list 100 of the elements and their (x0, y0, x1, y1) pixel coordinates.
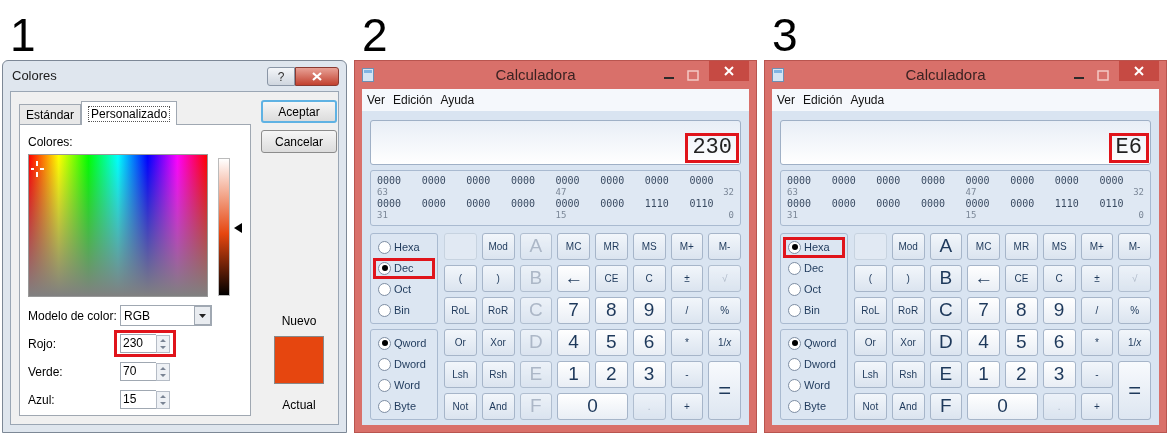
dialog-button[interactable]: Aceptar (261, 100, 337, 123)
key-button[interactable]: ) (481, 265, 515, 292)
radio-button[interactable] (378, 378, 391, 392)
number-field[interactable]: 15 (114, 386, 176, 413)
key-button[interactable]: ← (967, 265, 1000, 292)
close-button[interactable] (1119, 61, 1159, 81)
menu-item[interactable]: Ver (364, 91, 388, 109)
key-button[interactable]: Lsh (444, 361, 477, 388)
menu-item[interactable]: Ayuda (437, 91, 478, 109)
radio-option[interactable]: Dword (783, 353, 845, 375)
maximize-icon[interactable] (1097, 69, 1109, 81)
key-button[interactable]: 7 (967, 297, 1000, 324)
radio-option[interactable]: Dec (373, 257, 435, 279)
key-button[interactable]: MR (1005, 233, 1038, 260)
radio-button[interactable] (788, 261, 801, 275)
key-button[interactable]: MR (595, 233, 628, 260)
radio-option[interactable]: Bin (783, 299, 845, 321)
key-button[interactable]: 2 (595, 361, 628, 388)
number-field[interactable]: 70 (114, 358, 176, 385)
radio-button[interactable] (788, 240, 801, 254)
close-button[interactable] (709, 61, 749, 81)
key-button[interactable]: RoR (481, 297, 515, 324)
key-button[interactable]: Xor (481, 329, 515, 356)
dialog-button[interactable]: Cancelar (261, 130, 337, 153)
radio-button[interactable] (378, 282, 391, 296)
radio-button[interactable] (378, 357, 391, 371)
radio-option[interactable]: Byte (783, 395, 845, 417)
key-button[interactable]: ( (444, 265, 477, 292)
key-button[interactable]: 1 (557, 361, 590, 388)
radio-button[interactable] (788, 357, 801, 371)
radio-option[interactable]: Hexa (783, 236, 845, 258)
radio-button[interactable] (378, 303, 391, 317)
key-button[interactable]: RoL (444, 297, 477, 324)
radio-option[interactable]: Word (373, 374, 435, 396)
key-button[interactable]: 9 (1042, 297, 1076, 324)
menu-item[interactable]: Edición (390, 91, 436, 109)
key-button[interactable]: MC (557, 233, 590, 260)
key-button[interactable]: MS (1042, 233, 1076, 260)
key-button[interactable]: CE (595, 265, 628, 292)
radio-option[interactable]: Word (783, 374, 845, 396)
key-button[interactable]: Not (854, 393, 887, 420)
radio-button[interactable] (788, 399, 801, 413)
menu-item[interactable]: Edición (800, 91, 846, 109)
key-button[interactable]: And (481, 393, 515, 420)
key-button[interactable]: ± (670, 265, 704, 292)
radio-option[interactable]: Qword (783, 332, 845, 354)
key-button[interactable]: / (670, 297, 704, 324)
spinner-icon[interactable] (156, 334, 170, 353)
key-button[interactable]: M+ (1080, 233, 1114, 260)
key-button[interactable]: 3 (1042, 361, 1076, 388)
key-button[interactable]: E (929, 361, 963, 388)
key-button[interactable]: = (1118, 361, 1151, 420)
key-button[interactable]: Mod (481, 233, 515, 260)
key-button[interactable]: M- (708, 233, 741, 260)
key-button[interactable]: 0 (557, 393, 628, 420)
key-button[interactable]: 3 (632, 361, 666, 388)
radio-button[interactable] (788, 378, 801, 392)
radio-option[interactable]: Byte (373, 395, 435, 417)
maximize-icon[interactable] (687, 69, 699, 81)
key-button[interactable]: RoR (891, 297, 925, 324)
key-button[interactable]: 8 (595, 297, 628, 324)
key-button[interactable]: ( (854, 265, 887, 292)
key-button[interactable]: CE (1005, 265, 1038, 292)
key-button[interactable]: 6 (632, 329, 666, 356)
key-button[interactable]: 1/x (1118, 329, 1151, 356)
tab[interactable]: Estándar (19, 104, 82, 124)
radio-button[interactable] (378, 240, 391, 254)
key-button[interactable]: Mod (891, 233, 925, 260)
key-button[interactable]: ± (1080, 265, 1114, 292)
key-button[interactable]: ) (891, 265, 925, 292)
key-button[interactable]: Or (444, 329, 477, 356)
key-button[interactable]: Rsh (481, 361, 515, 388)
key-button[interactable]: 5 (595, 329, 628, 356)
key-button[interactable]: 9 (632, 297, 666, 324)
key-button[interactable]: MS (632, 233, 666, 260)
key-button[interactable]: + (1080, 393, 1114, 420)
key-button[interactable]: D (929, 329, 963, 356)
radio-option[interactable]: Hexa (373, 236, 435, 258)
radio-option[interactable]: Dec (783, 257, 845, 279)
key-button[interactable]: 0 (967, 393, 1038, 420)
key-button[interactable]: Or (854, 329, 887, 356)
key-button[interactable]: - (670, 361, 704, 388)
spinner-icon[interactable] (156, 390, 170, 409)
radio-option[interactable]: Oct (783, 278, 845, 300)
key-button[interactable]: % (1118, 297, 1151, 324)
radio-option[interactable]: Bin (373, 299, 435, 321)
radio-button[interactable] (378, 261, 391, 275)
help-button[interactable]: ? (267, 66, 295, 86)
key-button[interactable]: MC (967, 233, 1000, 260)
menu-item[interactable]: Ver (774, 91, 798, 109)
key-button[interactable]: M- (1118, 233, 1151, 260)
luminance-bar[interactable] (218, 158, 230, 296)
radio-button[interactable] (378, 336, 391, 350)
radio-button[interactable] (788, 303, 801, 317)
key-button[interactable]: 5 (1005, 329, 1038, 356)
key-button[interactable]: M+ (670, 233, 704, 260)
radio-button[interactable] (378, 399, 391, 413)
key-button[interactable]: RoL (854, 297, 887, 324)
number-field[interactable]: 230 (114, 330, 176, 357)
radio-option[interactable]: Oct (373, 278, 435, 300)
